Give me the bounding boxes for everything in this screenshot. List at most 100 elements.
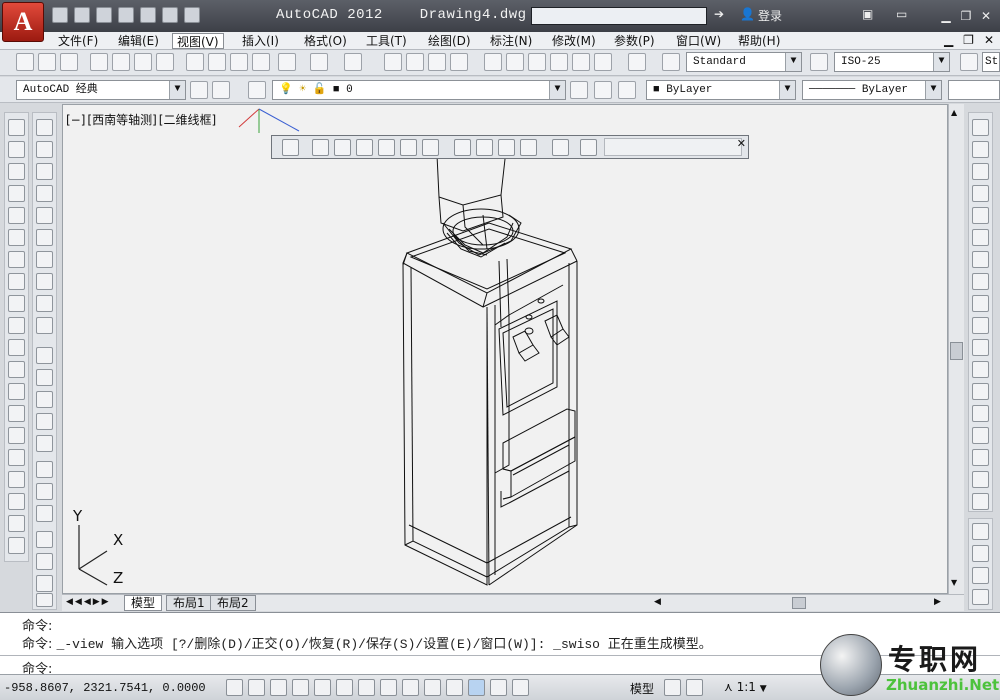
- qnew-icon[interactable]: [16, 53, 34, 71]
- table-style-select[interactable]: St: [982, 52, 1000, 72]
- text-style-select[interactable]: Standard ▼: [686, 52, 802, 72]
- subtract-icon[interactable]: [36, 483, 53, 500]
- selection-cycling-icon[interactable]: [512, 679, 529, 696]
- 3d-object-snap-icon[interactable]: [358, 679, 375, 696]
- object-snap-icon[interactable]: [336, 679, 353, 696]
- union-icon[interactable]: [36, 461, 53, 478]
- sweep-icon[interactable]: [36, 391, 53, 408]
- save-icon[interactable]: [60, 53, 78, 71]
- model-space-toggle[interactable]: 模型: [630, 680, 654, 697]
- menu-window[interactable]: 窗口(W): [672, 33, 725, 49]
- rotate-icon[interactable]: [972, 251, 989, 268]
- color-select[interactable]: ■ ByLayer ▼: [646, 80, 796, 100]
- snap-mode-icon[interactable]: [248, 679, 265, 696]
- loft-icon[interactable]: [36, 435, 53, 452]
- scroll-right-icon[interactable]: ▶: [934, 597, 941, 607]
- circle-icon[interactable]: [8, 251, 25, 268]
- save-as-icon[interactable]: [118, 7, 134, 23]
- doc-close-icon[interactable]: ✕: [984, 33, 994, 47]
- dynamic-ucs-icon[interactable]: [402, 679, 419, 696]
- add-selected-icon[interactable]: [8, 537, 25, 554]
- tab-navigation-icon[interactable]: ◀◀◀▶▶: [66, 597, 111, 607]
- cut-icon[interactable]: [186, 53, 204, 71]
- zoom-extents-icon[interactable]: [580, 139, 597, 156]
- close-button[interactable]: ✕: [978, 9, 994, 23]
- zoom-previous-icon[interactable]: [450, 53, 468, 71]
- lineweight-select[interactable]: [948, 80, 1000, 100]
- exchange-icon[interactable]: ➔: [714, 7, 724, 21]
- menu-dimension[interactable]: 标注(N): [486, 33, 536, 49]
- polar-tracking-icon[interactable]: [314, 679, 331, 696]
- plot-preview-icon[interactable]: [112, 53, 130, 71]
- paste-icon[interactable]: [230, 53, 248, 71]
- grid-display-icon[interactable]: [270, 679, 287, 696]
- new-camera-icon[interactable]: [552, 139, 569, 156]
- se-isometric-icon[interactable]: [476, 139, 493, 156]
- menu-view[interactable]: 视图(V): [172, 33, 224, 49]
- open-icon[interactable]: [38, 53, 56, 71]
- new-icon[interactable]: [52, 7, 68, 23]
- break-icon[interactable]: [972, 383, 989, 400]
- workspace-settings-icon[interactable]: [190, 81, 208, 99]
- arc-icon[interactable]: [8, 229, 25, 246]
- 3d-move-icon[interactable]: [36, 531, 53, 548]
- layer-previous-icon[interactable]: [594, 81, 612, 99]
- restore-button[interactable]: ❐: [958, 9, 974, 23]
- presspull-icon[interactable]: [36, 369, 53, 386]
- layer-state-icon[interactable]: [618, 81, 636, 99]
- menu-tools[interactable]: 工具(T): [362, 33, 411, 49]
- construction-line-icon[interactable]: [8, 141, 25, 158]
- layer-properties-icon[interactable]: [248, 81, 266, 99]
- 3d-align-icon[interactable]: [36, 575, 53, 592]
- tab-layout1[interactable]: 布局1: [166, 595, 212, 611]
- dim-style-select[interactable]: ISO-25 ▼: [834, 52, 950, 72]
- cone-icon[interactable]: [36, 185, 53, 202]
- quickcalc-icon[interactable]: [594, 53, 612, 71]
- quick-view-layouts-icon[interactable]: [664, 679, 681, 696]
- coordinate-readout[interactable]: -958.8607, 2321.7541, 0.0000: [4, 681, 206, 695]
- menu-help[interactable]: 帮助(H): [734, 33, 784, 49]
- application-menu-button[interactable]: A: [2, 2, 44, 42]
- publish-icon[interactable]: [134, 53, 152, 71]
- vertical-scrollbar[interactable]: ▲ ▼: [948, 104, 964, 594]
- user-icon[interactable]: 👤: [740, 7, 755, 21]
- line-icon[interactable]: [8, 119, 25, 136]
- bring-to-front-icon[interactable]: [972, 523, 989, 540]
- 3d-array-icon[interactable]: [36, 593, 53, 607]
- move-icon[interactable]: [972, 229, 989, 246]
- table-icon[interactable]: [8, 493, 25, 510]
- menu-draw[interactable]: 绘图(D): [424, 33, 475, 49]
- break-at-point-icon[interactable]: [972, 361, 989, 378]
- menu-insert[interactable]: 插入(I): [238, 33, 283, 49]
- make-block-icon[interactable]: [8, 383, 25, 400]
- pan-icon[interactable]: [384, 53, 402, 71]
- object-snap-tracking-icon[interactable]: [380, 679, 397, 696]
- ellipse-arc-icon[interactable]: [8, 339, 25, 356]
- explode-icon[interactable]: [972, 493, 989, 510]
- nw-isometric-icon[interactable]: [520, 139, 537, 156]
- communication-icon[interactable]: ▣: [862, 7, 873, 21]
- ellipse-icon[interactable]: [8, 317, 25, 334]
- chamfer-icon[interactable]: [972, 427, 989, 444]
- block-editor-icon[interactable]: [278, 53, 296, 71]
- bottom-view-icon[interactable]: [334, 139, 351, 156]
- quick-properties-icon[interactable]: [490, 679, 507, 696]
- tab-model[interactable]: 模型: [124, 595, 163, 611]
- lineweight-icon[interactable]: [446, 679, 463, 696]
- mirror-icon[interactable]: [972, 163, 989, 180]
- torus-icon[interactable]: [36, 251, 53, 268]
- array-icon[interactable]: [972, 207, 989, 224]
- ne-isometric-icon[interactable]: [498, 139, 515, 156]
- match-properties-icon[interactable]: [252, 53, 270, 71]
- redo-icon[interactable]: [184, 7, 200, 23]
- plot-icon[interactable]: [140, 7, 156, 23]
- left-view-icon[interactable]: [356, 139, 373, 156]
- front-view-icon[interactable]: [400, 139, 417, 156]
- zoom-realtime-icon[interactable]: [406, 53, 424, 71]
- helix-icon[interactable]: [36, 295, 53, 312]
- table-style-icon[interactable]: [960, 53, 978, 71]
- text-style-icon[interactable]: [662, 53, 680, 71]
- erase-icon[interactable]: [972, 119, 989, 136]
- fillet-icon[interactable]: [972, 449, 989, 466]
- extrude-icon[interactable]: [36, 347, 53, 364]
